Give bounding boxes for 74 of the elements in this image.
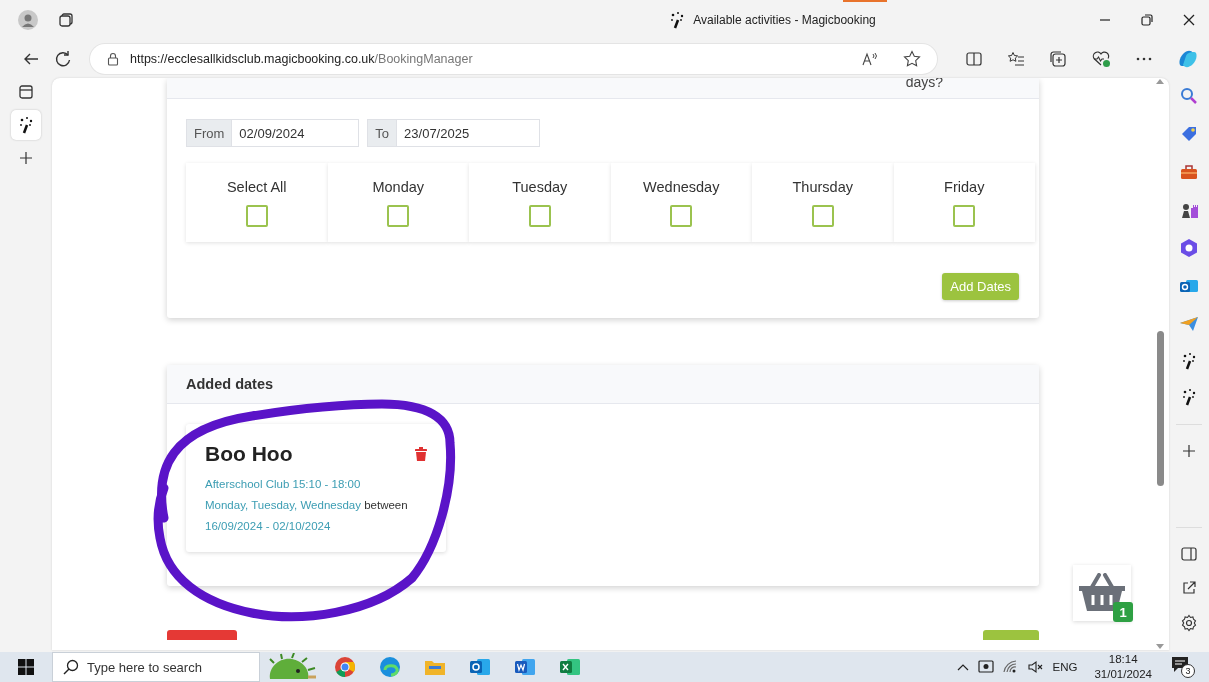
wifi-icon[interactable] [1002,660,1019,674]
hexagon-logo-icon[interactable] [1179,238,1199,258]
active-tab[interactable] [11,110,41,140]
toolbox-icon[interactable] [1179,162,1199,182]
booking-days-text: Monday, Tuesday, Wednesday between [205,499,409,511]
word-icon[interactable] [514,657,536,677]
search-icon[interactable] [1179,86,1199,106]
read-aloud-icon[interactable] [861,51,879,67]
scrollbar-thumb[interactable] [1156,331,1164,486]
vertical-tabs-icon[interactable] [18,84,34,100]
url-path: /BookingManager [374,52,473,66]
show-hidden-icons-icon[interactable] [956,662,969,672]
monitor-icon[interactable] [977,659,994,675]
heart-pulse-icon[interactable] [1091,50,1111,68]
activity-time: Afterschool Club 15:10 - 18:00 [205,478,362,490]
address-bar[interactable]: https://ecclesallkidsclub.magicbooking.co.uk/BookingManager [90,44,937,74]
day-checkbox[interactable] [245,205,268,227]
profile-icon[interactable] [18,10,38,30]
day-checkbox[interactable] [387,205,410,227]
wand-icon[interactable] [1181,352,1197,370]
site-wand-icon [669,11,686,29]
taskbar-search-field[interactable]: Type here to search [52,652,260,682]
tab-title: Available activities - Magicbooking [693,13,876,27]
close-icon[interactable] [1181,12,1197,28]
day-label: Monday [372,179,425,195]
delete-trash-icon[interactable] [415,447,427,461]
day-label: Thursday [792,179,853,195]
input-language[interactable]: ENG [1052,661,1078,673]
basket-count-badge: 1 [1113,602,1133,622]
booking-date-range: 16/09/2024 - 02/10/2024 [205,520,332,532]
url-host: https://ecclesallkidsclub.magicbooking.co.uk [130,52,375,66]
booking-name: Boo Hoo [205,442,293,466]
taskbar-clock[interactable]: 18:14 31/01/2024 [1094,652,1152,682]
to-date-field[interactable]: 23/07/2025 [397,119,541,147]
search-icon [63,659,79,675]
day-label: Select All [226,179,287,195]
chrome-icon[interactable] [334,656,356,678]
windows-start-icon[interactable] [18,659,34,675]
add-icon[interactable] [1181,443,1197,459]
to-label: To [367,119,398,147]
new-tab-icon[interactable] [18,150,34,166]
favorite-star-icon[interactable] [903,50,921,68]
edge-icon[interactable] [379,656,401,678]
day-checkbox[interactable] [953,205,976,227]
external-link-icon[interactable] [1181,580,1197,596]
notifications-button[interactable]: 3 [1171,656,1195,678]
outlook-icon[interactable] [469,657,491,677]
day-checkbox[interactable] [528,205,551,227]
scroll-down-icon[interactable] [1156,644,1164,650]
restore-icon[interactable] [1139,12,1155,28]
excel-icon[interactable] [559,657,581,677]
split-screen-icon[interactable] [965,51,983,67]
browser-tab[interactable]: Available activities - Magicbooking [448,0,1097,40]
lock-icon [106,52,120,66]
day-checkbox[interactable] [670,205,693,227]
favorites-list-icon[interactable] [1007,51,1025,67]
from-label: From [186,119,233,147]
sidebar-panel-icon[interactable] [1180,546,1198,562]
refresh-icon[interactable] [54,50,72,68]
speaker-muted-icon[interactable] [1027,660,1044,674]
day-checkbox[interactable] [811,205,834,227]
search-placeholder: Type here to search [87,659,202,675]
from-date-field[interactable]: 02/09/2024 [232,119,360,147]
collections-icon[interactable] [1049,50,1067,68]
settings-icon[interactable] [1180,614,1198,632]
day-label: Wednesday [643,179,720,195]
day-label: Tuesday [512,179,568,195]
more-icon[interactable] [1135,56,1153,62]
added-dates-title: Added dates [167,365,1039,404]
day-label: Friday [944,179,985,195]
tab-actions-icon[interactable] [58,12,74,28]
wand-icon[interactable] [1181,388,1197,406]
wand-icon [18,116,34,134]
copilot-icon[interactable] [1177,48,1199,70]
